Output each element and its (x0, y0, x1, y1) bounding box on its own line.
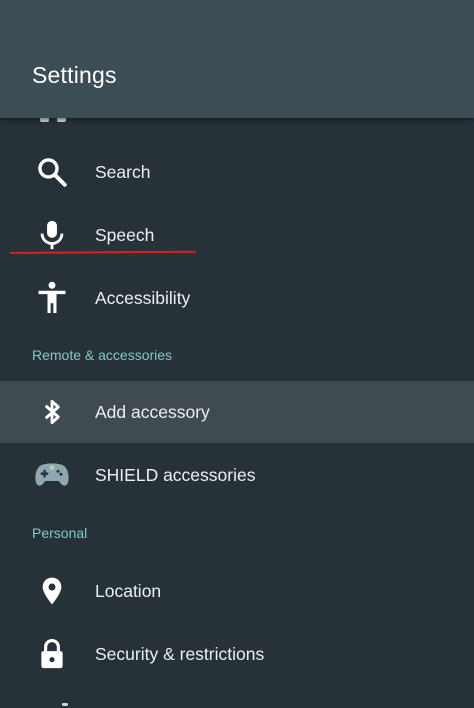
settings-item-add-accessory[interactable]: Add accessory (0, 381, 474, 443)
partially-hidden-icon (40, 118, 68, 124)
bluetooth-icon (32, 394, 72, 430)
partially-hidden-icon (62, 703, 68, 706)
settings-item-label: Security & restrictions (95, 644, 265, 664)
settings-item-security[interactable]: Security & restrictions (0, 623, 474, 685)
lock-icon (32, 636, 72, 672)
settings-item-location[interactable]: Location (0, 560, 474, 622)
section-header-remote: Remote & accessories (32, 347, 173, 363)
page-title: Settings (32, 62, 117, 88)
search-icon (32, 154, 72, 190)
settings-item-label: Search (95, 162, 151, 182)
settings-item-label: Speech (95, 225, 155, 245)
microphone-icon (32, 217, 72, 253)
location-pin-icon (32, 573, 72, 609)
settings-list[interactable]: Search Speech Accessibility Remote & acc… (0, 118, 474, 708)
settings-item-shield-accessories[interactable]: SHIELD accessories (0, 444, 474, 506)
settings-item-label: Location (95, 581, 162, 601)
gamepad-icon (32, 457, 72, 493)
section-header-personal: Personal (32, 525, 88, 541)
settings-screen: Settings Search Speech Accessibility Rem… (0, 0, 474, 708)
settings-item-label: Accessibility (95, 288, 191, 308)
settings-item-label: Add accessory (95, 402, 210, 422)
header-bar: Settings (0, 0, 474, 118)
settings-item-label: SHIELD accessories (95, 465, 256, 485)
settings-item-search[interactable]: Search (0, 141, 474, 203)
settings-item-speech[interactable]: Speech (0, 204, 474, 266)
settings-item-accessibility[interactable]: Accessibility (0, 267, 474, 329)
accessibility-icon (32, 280, 72, 316)
